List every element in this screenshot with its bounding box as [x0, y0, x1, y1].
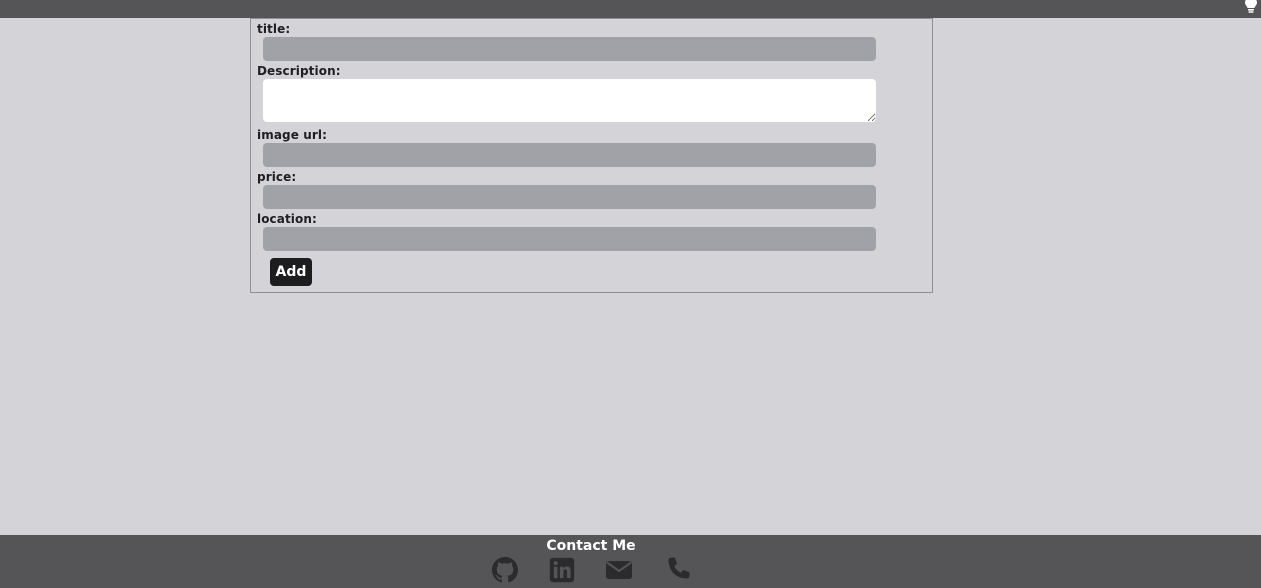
- description-textarea[interactable]: [263, 79, 876, 122]
- title-input[interactable]: [263, 37, 876, 61]
- description-label: Description:: [257, 64, 341, 78]
- top-bar: [0, 0, 1261, 18]
- image-url-input[interactable]: [263, 143, 876, 167]
- email-icon[interactable]: [606, 557, 632, 583]
- add-item-form: title: Description: image url: price: lo…: [250, 18, 933, 293]
- location-input[interactable]: [263, 227, 876, 251]
- add-button[interactable]: Add: [270, 258, 312, 286]
- image-url-label: image url:: [257, 128, 327, 142]
- title-label: title:: [257, 22, 291, 36]
- github-icon[interactable]: [492, 557, 518, 583]
- price-label: price:: [257, 170, 297, 184]
- lightbulb-icon[interactable]: [1244, 0, 1258, 13]
- location-label: location:: [257, 212, 317, 226]
- contact-heading: Contact Me: [546, 538, 636, 554]
- phone-icon[interactable]: [664, 557, 690, 583]
- linkedin-icon[interactable]: [549, 557, 575, 583]
- price-input[interactable]: [263, 185, 876, 209]
- footer: Contact Me: [0, 535, 1261, 588]
